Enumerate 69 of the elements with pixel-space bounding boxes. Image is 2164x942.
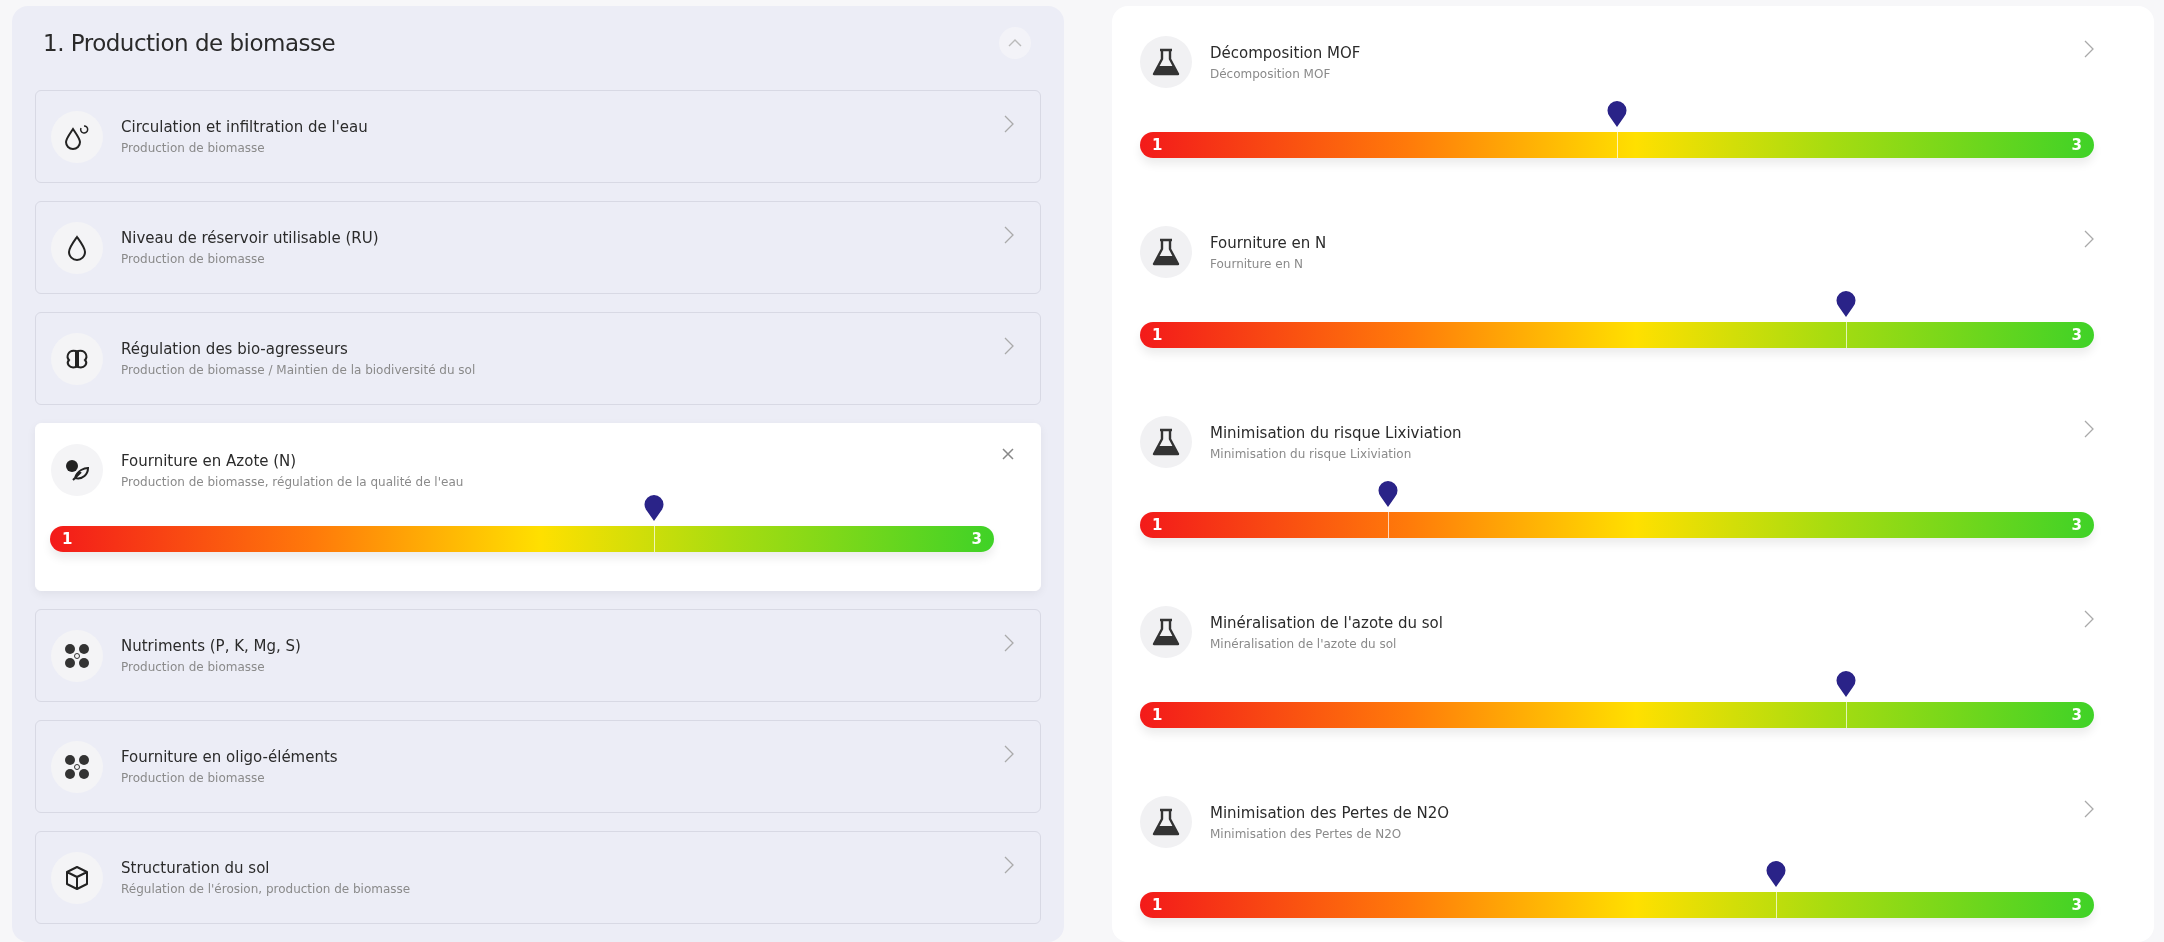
card-subtitle: Production de biomasse bbox=[121, 771, 266, 785]
chevron-right-icon[interactable] bbox=[2084, 610, 2094, 628]
gauge-min-label: 1 bbox=[1152, 136, 1163, 154]
indicator-title: Décomposition MOF bbox=[1210, 43, 1362, 62]
water-drop-icon bbox=[51, 221, 103, 274]
molecule-icon bbox=[51, 740, 103, 793]
chevron-right-icon[interactable] bbox=[1004, 225, 1014, 244]
chevron-right-icon[interactable] bbox=[1004, 336, 1014, 355]
chevron-right-icon[interactable] bbox=[2084, 420, 2094, 438]
gauge-min-label: 1 bbox=[1152, 516, 1163, 534]
chevron-right-icon[interactable] bbox=[1004, 744, 1014, 763]
gauge-max-label: 3 bbox=[2071, 136, 2082, 154]
gauge-max-label: 3 bbox=[2071, 706, 2082, 724]
card-title: Fourniture en Azote (N) bbox=[121, 451, 298, 470]
card-subtitle: Production de biomasse bbox=[121, 252, 266, 266]
indicator-card[interactable]: Fourniture en Azote (N) Production de biomasse, régulation de la qualité de l'eau 1 3 bbox=[35, 423, 1041, 591]
chevron-right-icon[interactable] bbox=[2084, 230, 2094, 248]
card-subtitle: Régulation de l'érosion, production de biomasse bbox=[121, 882, 412, 896]
card-title: Circulation et infiltration de l'eau bbox=[121, 118, 369, 136]
gauge-min-label: 1 bbox=[1152, 706, 1163, 724]
molecule-icon bbox=[51, 629, 103, 682]
card-title: Niveau de réservoir utilisable (RU) bbox=[121, 229, 380, 247]
gauge-min-label: 1 bbox=[62, 530, 73, 548]
gauge-min-label: 1 bbox=[1152, 896, 1163, 914]
indicator-subtitle: Fourniture en N bbox=[1210, 256, 1305, 271]
indicator-card[interactable]: Niveau de réservoir utilisable (RU) Production de biomasse bbox=[35, 201, 1041, 294]
card-subtitle: Production de biomasse, régulation de la qualité de l'eau bbox=[121, 474, 465, 489]
collapse-button[interactable] bbox=[999, 27, 1031, 59]
flask-icon bbox=[1140, 796, 1192, 848]
card-subtitle: Production de biomasse bbox=[121, 660, 266, 674]
card-title: Régulation des bio-agresseurs bbox=[121, 340, 349, 358]
chevron-right-icon[interactable] bbox=[1004, 114, 1014, 133]
leaf-icon bbox=[51, 444, 103, 496]
indicator-subtitle: Minimisation des Pertes de N2O bbox=[1210, 826, 1403, 841]
water-cycle-icon bbox=[51, 110, 103, 163]
card-subtitle: Production de biomasse / Maintien de la biodiversité du sol bbox=[121, 363, 477, 377]
indicator-title: Minimisation du risque Lixiviation bbox=[1210, 423, 1463, 442]
gauge-min-label: 1 bbox=[1152, 326, 1163, 344]
indicator-subtitle: Minéralisation de l'azote du sol bbox=[1210, 636, 1398, 651]
indicator-card[interactable]: Régulation des bio-agresseurs Production de biomasse / Maintien de la biodiversité du sol bbox=[35, 312, 1041, 405]
gauge-max-label: 3 bbox=[2071, 516, 2082, 534]
card-title: Structuration du sol bbox=[121, 859, 271, 877]
chevron-right-icon[interactable] bbox=[2084, 40, 2094, 58]
flask-icon bbox=[1140, 36, 1192, 88]
gauge-max-label: 3 bbox=[2071, 326, 2082, 344]
card-title: Fourniture en oligo-éléments bbox=[121, 748, 339, 766]
indicator-subtitle: Minimisation du risque Lixiviation bbox=[1210, 446, 1413, 461]
chevron-right-icon[interactable] bbox=[2084, 800, 2094, 818]
indicator-title: Minéralisation de l'azote du sol bbox=[1210, 613, 1444, 632]
flask-icon bbox=[1140, 606, 1192, 658]
section-title: 1. Production de biomasse bbox=[43, 30, 336, 56]
gauge-max-label: 3 bbox=[971, 530, 982, 548]
indicator-card[interactable]: Fourniture en oligo-éléments Production de biomasse bbox=[35, 720, 1041, 813]
indicator-title: Minimisation des Pertes de N2O bbox=[1210, 803, 1451, 822]
card-subtitle: Production de biomasse bbox=[121, 141, 266, 155]
indicator-title: Fourniture en N bbox=[1210, 233, 1328, 252]
indicator-card[interactable]: Circulation et infiltration de l'eau Production de biomasse bbox=[35, 90, 1041, 183]
indicator-card[interactable]: Nutriments (P, K, Mg, S) Production de biomasse bbox=[35, 609, 1041, 702]
indicator-subtitle: Décomposition MOF bbox=[1210, 66, 1332, 81]
chevron-right-icon[interactable] bbox=[1004, 855, 1014, 874]
flask-icon bbox=[1140, 226, 1192, 278]
chevron-up-icon[interactable] bbox=[1008, 39, 1022, 47]
indicator-card[interactable]: Structuration du sol Régulation de l'érosion, production de biomasse bbox=[35, 831, 1041, 924]
flask-icon bbox=[1140, 416, 1192, 468]
cube-icon bbox=[51, 851, 103, 904]
close-icon[interactable] bbox=[1002, 448, 1014, 460]
card-title: Nutriments (P, K, Mg, S) bbox=[121, 637, 302, 655]
chevron-right-icon[interactable] bbox=[1004, 633, 1014, 652]
gauge-max-label: 3 bbox=[2071, 896, 2082, 914]
